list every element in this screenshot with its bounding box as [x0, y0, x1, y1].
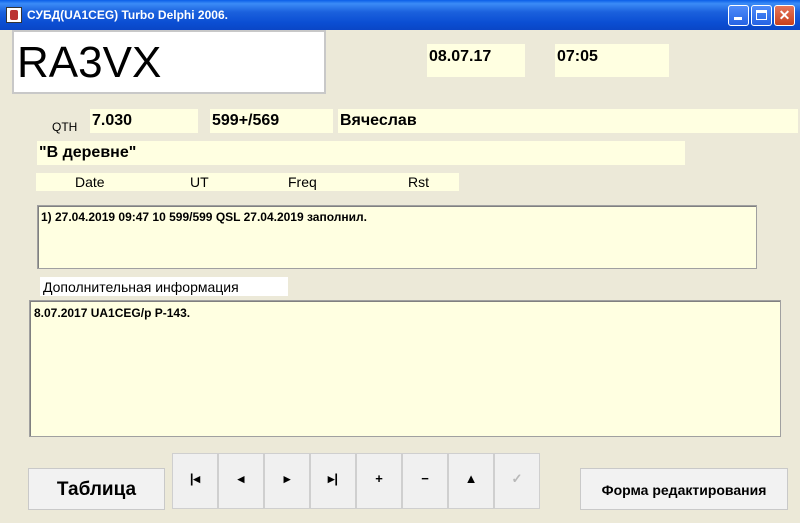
edit-icon: ▲: [464, 471, 478, 486]
time-value: 07:05: [557, 48, 598, 65]
qso-log-memo[interactable]: 1) 27.04.2019 09:47 10 599/599 QSL 27.04…: [37, 205, 757, 269]
nav-delete-button[interactable]: −: [402, 453, 448, 509]
log-entry: 1) 27.04.2019 09:47 10 599/599 QSL 27.04…: [41, 210, 367, 224]
extra-info-text: 8.07.2017 UA1CEG/p P-143.: [34, 306, 191, 320]
extra-info-label-box: Дополнительная информация: [40, 277, 288, 296]
minimize-button[interactable]: [728, 5, 749, 26]
freq-value: 7.030: [92, 112, 133, 129]
minimize-icon: [734, 17, 742, 20]
log-header-ut: UT: [190, 174, 209, 190]
nav-next-button[interactable]: ▸: [264, 453, 310, 509]
title-bar: СУБД(UA1CEG) Turbo Delphi 2006. ✕: [0, 0, 800, 30]
edit-form-button[interactable]: Форма редактирования: [580, 468, 788, 510]
extra-info-label: Дополнительная информация: [43, 279, 239, 295]
rst-value: 599+/569: [212, 112, 280, 129]
log-header-rst: Rst: [408, 174, 429, 190]
callsign-field[interactable]: RA3VX: [12, 30, 326, 94]
operator-name-value: Вячеслав: [340, 112, 417, 129]
close-icon: ✕: [778, 7, 791, 23]
extra-info-memo[interactable]: 8.07.2017 UA1CEG/p P-143.: [29, 300, 781, 437]
date-field[interactable]: 08.07.17: [427, 44, 525, 77]
nav-insert-button[interactable]: +: [356, 453, 402, 509]
next-record-icon: ▸: [283, 471, 291, 486]
table-button[interactable]: Таблица: [28, 468, 165, 510]
callsign-value: RA3VX: [17, 38, 162, 87]
operator-name-field[interactable]: Вячеслав: [338, 109, 798, 133]
delete-icon: −: [421, 471, 429, 486]
rst-field[interactable]: 599+/569: [210, 109, 333, 133]
post-icon: ✓: [511, 471, 523, 486]
prior-record-icon: ◂: [237, 471, 245, 486]
nav-prior-button[interactable]: ◂: [218, 453, 264, 509]
qth-value: "В деревне": [39, 144, 137, 161]
log-header-date: Date: [75, 174, 105, 190]
nav-first-button[interactable]: |◂: [172, 453, 218, 509]
app-icon[interactable]: [6, 7, 22, 23]
first-record-icon: |◂: [189, 471, 201, 486]
log-header-freq: Freq: [288, 174, 317, 190]
qth-field[interactable]: "В деревне": [37, 141, 685, 165]
log-header: Date UT Freq Rst: [36, 173, 459, 191]
insert-icon: +: [375, 471, 383, 486]
nav-post-button[interactable]: ✓: [494, 453, 540, 509]
nav-edit-button[interactable]: ▲: [448, 453, 494, 509]
last-record-icon: ▸|: [327, 471, 339, 486]
time-field[interactable]: 07:05: [555, 44, 669, 77]
close-button[interactable]: ✕: [774, 5, 795, 26]
date-value: 08.07.17: [429, 48, 492, 65]
window-title: СУБД(UA1CEG) Turbo Delphi 2006.: [27, 8, 228, 22]
maximize-button[interactable]: [751, 5, 772, 26]
qth-label: QTH: [52, 120, 78, 134]
freq-field[interactable]: 7.030: [90, 109, 198, 133]
maximize-icon: [756, 10, 767, 20]
nav-last-button[interactable]: ▸|: [310, 453, 356, 509]
